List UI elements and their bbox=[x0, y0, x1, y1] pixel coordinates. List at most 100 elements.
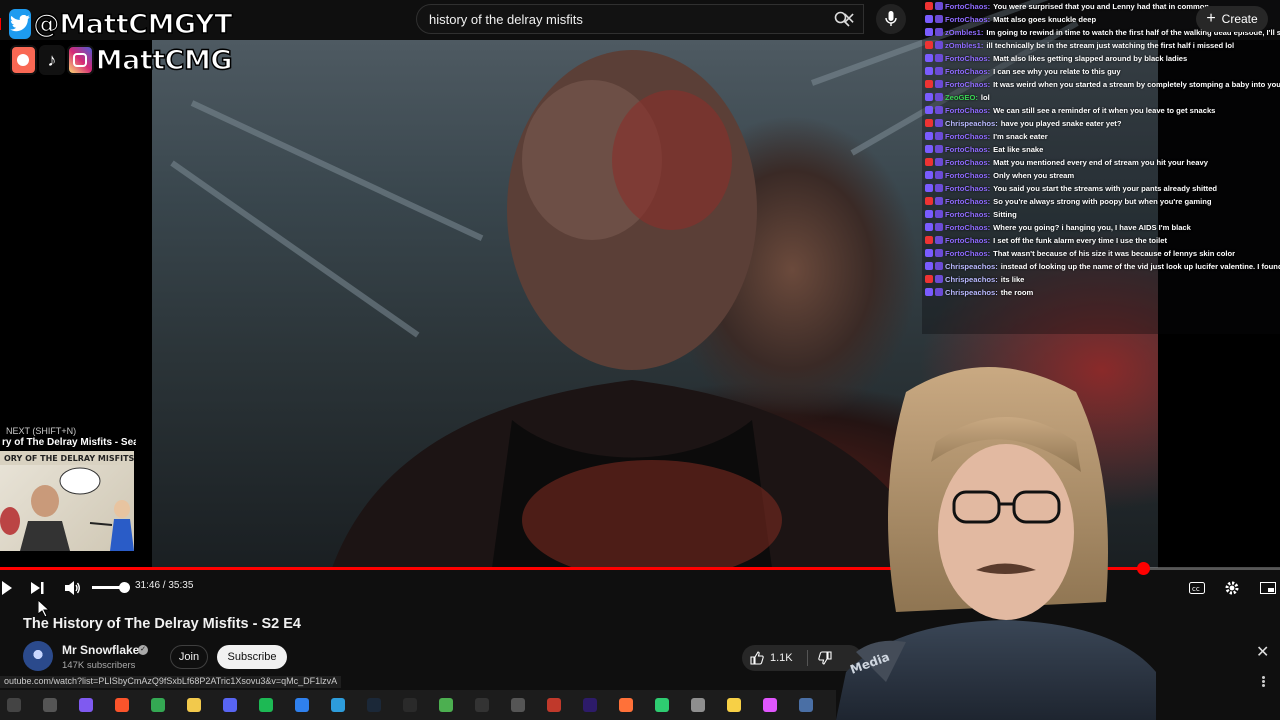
taskbar-minecraft-icon[interactable] bbox=[432, 694, 459, 716]
next-thumbnail[interactable]: ORY OF THE DELRAY MISFITS bbox=[0, 451, 134, 551]
taskbar-discord-icon[interactable] bbox=[216, 694, 243, 716]
chat-badge-icon bbox=[935, 275, 943, 283]
chat-username: FortoChaos: bbox=[945, 54, 991, 63]
like-button[interactable]: 1.1K bbox=[742, 651, 793, 665]
chat-username: FortoChaos: bbox=[945, 171, 991, 180]
subtitles-button[interactable]: cc bbox=[1186, 576, 1208, 600]
subscribe-button[interactable]: Subscribe bbox=[217, 645, 287, 669]
chat-badge-icon bbox=[925, 171, 933, 179]
search-input[interactable] bbox=[429, 11, 835, 27]
steam-alt-icon bbox=[798, 698, 813, 712]
chat-badge-icon bbox=[935, 2, 943, 10]
next-video-preview[interactable]: NEXT (SHIFT+N) ry of The Delray Misfits … bbox=[0, 426, 136, 558]
firefox-icon bbox=[618, 698, 633, 712]
chat-text: I'm snack eater bbox=[993, 132, 1048, 141]
taskbar-firefox-icon[interactable] bbox=[612, 694, 639, 716]
chat-message: Chrispeachos: the room bbox=[922, 286, 1280, 299]
join-button[interactable]: Join bbox=[170, 645, 208, 669]
more-options-icon[interactable] bbox=[1262, 676, 1266, 688]
play-icon bbox=[2, 581, 12, 595]
chat-username: FortoChaos: bbox=[945, 210, 991, 219]
channel-avatar[interactable] bbox=[23, 641, 53, 671]
taskbar-droplet-icon[interactable] bbox=[288, 694, 315, 716]
windows-terminal-icon bbox=[6, 698, 21, 712]
chat-badge-icon bbox=[935, 288, 943, 296]
taskbar-epic-icon[interactable] bbox=[396, 694, 423, 716]
taskbar-premiere-icon[interactable] bbox=[576, 694, 603, 716]
search-box[interactable]: ✕ bbox=[416, 4, 864, 34]
next-title: ry of The Delray Misfits - Sea... bbox=[2, 437, 136, 448]
chat-text: the room bbox=[1000, 288, 1034, 297]
chat-username: Chrispeachos: bbox=[945, 275, 998, 284]
create-button[interactable]: + Create bbox=[1196, 6, 1268, 32]
volume-icon bbox=[65, 581, 80, 595]
chat-text: So you're always strong with poopy but w… bbox=[993, 197, 1212, 206]
thumbs-up-icon bbox=[750, 651, 764, 665]
mute-button[interactable] bbox=[62, 576, 84, 600]
chat-username: zOmbles1: bbox=[945, 28, 984, 37]
taskbar-windows-terminal-icon[interactable] bbox=[0, 694, 27, 716]
chat-username: FortoChaos: bbox=[945, 223, 991, 232]
subscriber-count: 147K subscribers bbox=[62, 660, 136, 671]
taskbar-vscode-icon[interactable] bbox=[324, 694, 351, 716]
volume-knob[interactable] bbox=[119, 582, 131, 593]
sticky-notes-icon bbox=[726, 698, 741, 712]
chat-text: its like bbox=[1000, 275, 1025, 284]
spotify-icon bbox=[258, 698, 273, 712]
epic-icon bbox=[402, 698, 417, 712]
taskbar-games-icon[interactable] bbox=[648, 694, 675, 716]
voice-search-button[interactable] bbox=[876, 4, 906, 34]
taskbar-task-view-icon[interactable] bbox=[36, 694, 63, 716]
instagram-icon bbox=[67, 45, 94, 75]
create-label: Create bbox=[1221, 12, 1258, 26]
taskbar-github-icon[interactable] bbox=[504, 694, 531, 716]
close-icon[interactable]: ✕ bbox=[1256, 642, 1269, 662]
chat-message: FortoChaos: It was weird when you started… bbox=[922, 78, 1280, 91]
chat-badge-icon bbox=[935, 67, 943, 75]
chat-username: FortoChaos: bbox=[945, 106, 991, 115]
chat-text: Matt you mentioned every end of stream y… bbox=[993, 158, 1208, 167]
chat-message: FortoChaos: You said you start the stream… bbox=[922, 182, 1280, 195]
taskbar-steam-icon[interactable] bbox=[360, 694, 387, 716]
chat-badge-icon bbox=[935, 119, 943, 127]
chat-badge-icon bbox=[935, 249, 943, 257]
channel-name[interactable]: Mr Snowflake bbox=[62, 643, 139, 657]
search-icon bbox=[834, 11, 850, 27]
taskbar-game-icon[interactable] bbox=[540, 694, 567, 716]
video-title: The History of The Delray Misfits - S2 E… bbox=[23, 616, 301, 632]
chat-username: FortoChaos: bbox=[945, 197, 991, 206]
github-icon bbox=[510, 698, 525, 712]
taskbar-app-icon[interactable] bbox=[756, 694, 783, 716]
chat-badge-icon bbox=[925, 184, 933, 192]
next-button[interactable] bbox=[26, 576, 48, 600]
chat-username: FortoChaos: bbox=[945, 2, 991, 11]
miniplayer-button[interactable] bbox=[1256, 576, 1280, 600]
search-button[interactable] bbox=[822, 4, 862, 34]
taskbar-copilot-icon[interactable] bbox=[72, 694, 99, 716]
chat-message: FortoChaos: I can see why you relate to t… bbox=[922, 65, 1280, 78]
taskbar-notes-icon[interactable] bbox=[684, 694, 711, 716]
brave-icon bbox=[114, 698, 129, 712]
dislike-button[interactable] bbox=[808, 651, 832, 665]
taskbar-sticky-notes-icon[interactable] bbox=[720, 694, 747, 716]
chat-message: Chrispeachos: have you played snake eater… bbox=[922, 117, 1280, 130]
chat-username: FortoChaos: bbox=[945, 184, 991, 193]
thumbs-down-icon bbox=[817, 651, 832, 665]
taskbar-files-icon[interactable] bbox=[180, 694, 207, 716]
chat-username: FortoChaos: bbox=[945, 132, 991, 141]
taskbar-spotify-icon[interactable] bbox=[252, 694, 279, 716]
notes-icon bbox=[690, 698, 705, 712]
steam-icon bbox=[366, 698, 381, 712]
captions-icon: cc bbox=[1189, 582, 1205, 594]
chat-badge-icon bbox=[935, 106, 943, 114]
chat-text: ill technically be in the stream just wa… bbox=[986, 41, 1235, 50]
play-button[interactable] bbox=[0, 576, 14, 600]
taskbar-obs-icon[interactable] bbox=[468, 694, 495, 716]
taskbar-chrome-icon[interactable] bbox=[144, 694, 171, 716]
chat-message: Chrispeachos: instead of looking up the n… bbox=[922, 260, 1280, 273]
taskbar-steam-alt-icon[interactable] bbox=[792, 694, 819, 716]
chat-text: You said you start the streams with your… bbox=[993, 184, 1218, 193]
taskbar-brave-icon[interactable] bbox=[108, 694, 135, 716]
settings-button[interactable] bbox=[1220, 576, 1244, 600]
chat-badge-icon bbox=[935, 93, 943, 101]
